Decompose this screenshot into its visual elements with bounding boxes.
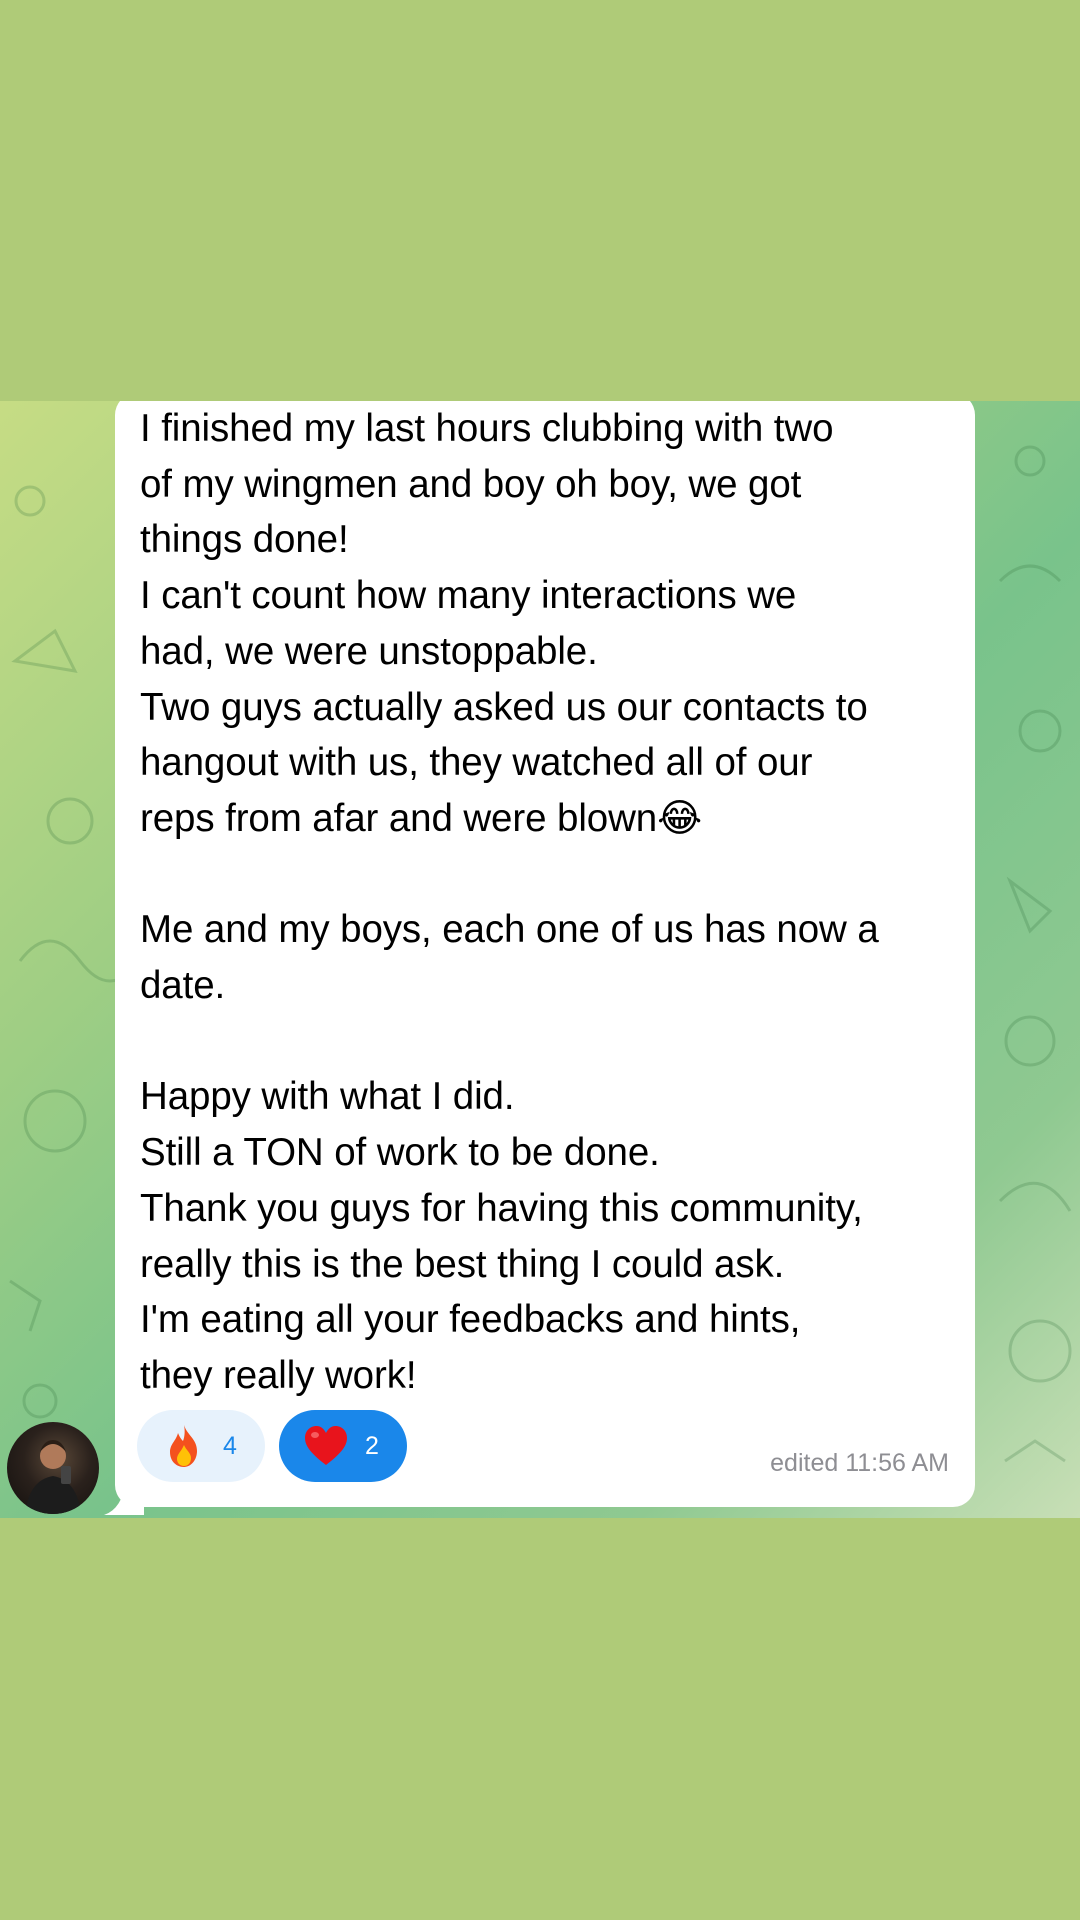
message-bubble[interactable]: I finished my last hours clubbing with t… — [115, 401, 975, 1507]
avatar-photo — [25, 1440, 81, 1514]
message-timestamp: edited 11:56 AM — [770, 1449, 949, 1477]
heart-icon — [305, 1426, 347, 1465]
reaction-heart-count: 2 — [365, 1431, 379, 1460]
fire-icon — [170, 1425, 197, 1467]
avatar[interactable] — [7, 1422, 99, 1514]
reactions-row: 4 2 — [137, 1410, 407, 1482]
reaction-heart-button[interactable]: 2 — [279, 1410, 407, 1482]
message-text: I finished my last hours clubbing with t… — [140, 407, 879, 1397]
reaction-fire-count: 4 — [223, 1431, 237, 1460]
chat-area[interactable]: I finished my last hours clubbing with t… — [0, 401, 1080, 1518]
reaction-fire-button[interactable]: 4 — [137, 1410, 265, 1482]
